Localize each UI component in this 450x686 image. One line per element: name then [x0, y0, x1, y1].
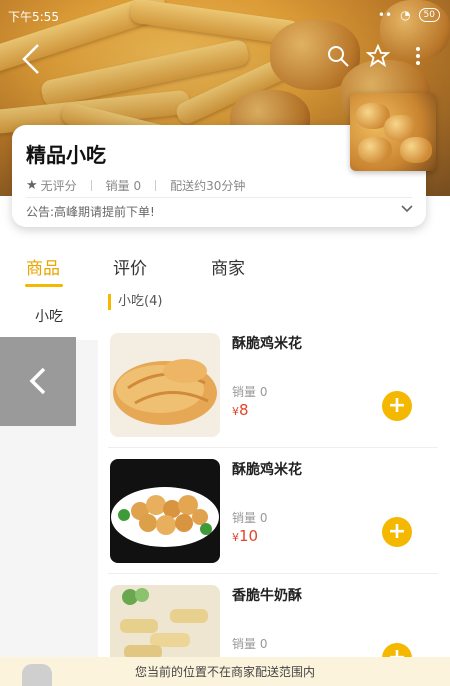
- star-icon[interactable]: [365, 43, 391, 68]
- chevron-down-icon[interactable]: [400, 201, 414, 215]
- shop-delivery: 配送约30分钟: [170, 179, 246, 193]
- back-arrow-icon[interactable]: [18, 42, 44, 76]
- side-back-button[interactable]: [0, 337, 76, 426]
- shop-meta: ★ 无评分 销量 0 配送约30分钟: [26, 177, 245, 194]
- shop-logo: [350, 93, 436, 171]
- section-title: 小吃(4): [108, 294, 162, 310]
- shop-name: 精品小吃: [26, 143, 106, 167]
- tab-active-indicator: [25, 284, 63, 287]
- tab-reviews[interactable]: 评价: [113, 254, 147, 279]
- shop-sales: 销量 0: [105, 179, 142, 193]
- wifi-icon: ◔: [400, 8, 411, 22]
- product-name: 酥脆鸡米花: [232, 462, 302, 478]
- rating-star-icon: ★: [26, 178, 38, 193]
- product-image: [110, 333, 220, 437]
- product-sales: 销量 0: [232, 385, 268, 399]
- tab-merchant[interactable]: 商家: [211, 254, 245, 279]
- signal-icon: ••: [377, 8, 393, 22]
- product-image: [110, 459, 220, 563]
- shop-rating: 无评分: [40, 179, 77, 193]
- plus-icon[interactable]: +: [382, 517, 412, 547]
- cart-icon[interactable]: [22, 664, 52, 686]
- product-sales: 销量 0: [232, 511, 268, 525]
- delivery-range-notice: 您当前的位置不在商家配送范围内: [0, 657, 450, 686]
- battery-icon: 50: [418, 8, 440, 22]
- product-name: 香脆牛奶酥: [232, 588, 302, 604]
- category-item-snacks[interactable]: 小吃: [0, 292, 98, 340]
- search-icon[interactable]: [326, 44, 350, 68]
- more-icon[interactable]: [406, 44, 430, 68]
- product-sales: 销量 0: [232, 637, 268, 651]
- shop-notice[interactable]: 公告:高峰期请提前下单!: [26, 203, 155, 220]
- list-item[interactable]: 酥脆鸡米花 销量 0 ¥10 +: [108, 459, 438, 579]
- status-time: 下午5:55: [8, 10, 59, 24]
- plus-icon[interactable]: +: [382, 391, 412, 421]
- status-bar: 下午5:55 •• ◔ 50: [0, 8, 450, 26]
- divider: [26, 197, 412, 198]
- tab-bar: 商品 评价 商家: [0, 250, 450, 290]
- product-name: 酥脆鸡米花: [232, 336, 302, 352]
- product-price: ¥10: [232, 527, 259, 545]
- tab-goods[interactable]: 商品: [26, 254, 60, 279]
- list-item[interactable]: 酥脆鸡米花 销量 0 ¥8 +: [108, 333, 438, 453]
- product-price: ¥8: [232, 401, 249, 419]
